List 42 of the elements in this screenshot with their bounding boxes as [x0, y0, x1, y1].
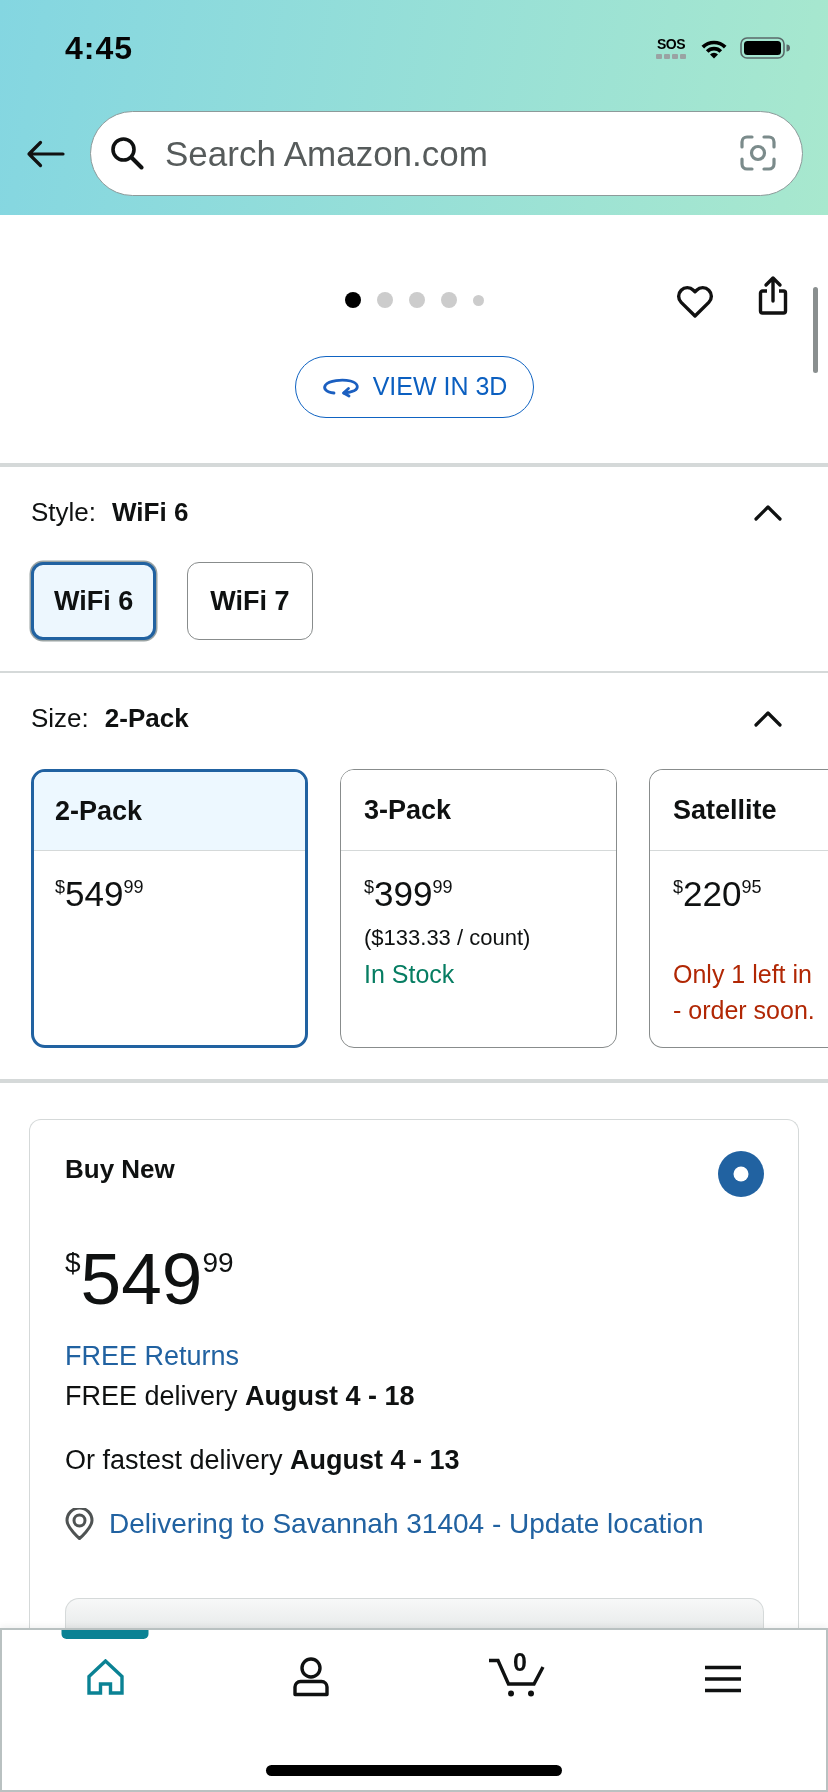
option-title: 2-Pack	[55, 794, 143, 828]
availability-text: Only 1 left in - order soon.	[673, 959, 815, 1026]
home-tab[interactable]	[86, 1659, 124, 1695]
variation-value: WiFi 6	[112, 495, 189, 529]
unit-price-text: ($133.33 / count)	[364, 924, 531, 952]
option-title: Satellite	[673, 793, 777, 827]
fastest-delivery-text: Or fastest delivery August 4 - 13	[65, 1444, 460, 1477]
back-button[interactable]	[25, 139, 65, 168]
person-icon	[293, 1657, 329, 1697]
variation-label: Style:	[31, 495, 97, 529]
availability-text: In Stock	[364, 959, 455, 990]
delivery-location-link[interactable]: Delivering to Savannah 31404 - Update location	[109, 1506, 704, 1542]
heart-icon[interactable]	[676, 283, 714, 319]
menu-tab[interactable]	[705, 1665, 741, 1693]
option-button[interactable]: WiFi 7	[187, 562, 313, 640]
free-returns-link[interactable]: FREE Returns	[65, 1338, 240, 1374]
camera-lens-icon[interactable]	[740, 135, 776, 171]
view-in-3d-button[interactable]: VIEW IN 3D	[294, 356, 534, 418]
cart-count: 0	[513, 1650, 527, 1675]
sos-label: SOS	[656, 37, 686, 51]
search-field[interactable]: Search Amazon.com	[90, 111, 803, 196]
menu-icon	[705, 1665, 741, 1693]
variation-label: Size:	[31, 701, 89, 735]
radio-button-icon[interactable]	[718, 1151, 764, 1197]
offer-title: Buy New	[65, 1153, 175, 1185]
status-time: 4:45	[65, 32, 134, 64]
variation-value: 2-Pack	[104, 701, 189, 735]
signal-dots-icon	[656, 54, 686, 59]
option-button[interactable]: WiFi 6	[31, 562, 157, 640]
home-icon	[86, 1659, 124, 1695]
option-title: 3-Pack	[364, 793, 452, 827]
share-icon[interactable]	[757, 275, 789, 315]
chevron-up-icon[interactable]	[754, 503, 782, 521]
account-tab[interactable]	[293, 1657, 329, 1697]
battery-icon	[740, 37, 790, 59]
search-icon	[110, 136, 144, 170]
chevron-up-icon[interactable]	[754, 709, 782, 727]
rotate-icon	[320, 376, 361, 398]
location-pin-icon	[65, 1508, 94, 1540]
back-arrow-icon	[25, 139, 65, 168]
cart-tab[interactable]: 0	[489, 1653, 545, 1697]
delivery-date-text: FREE delivery August 4 - 18	[65, 1380, 415, 1413]
